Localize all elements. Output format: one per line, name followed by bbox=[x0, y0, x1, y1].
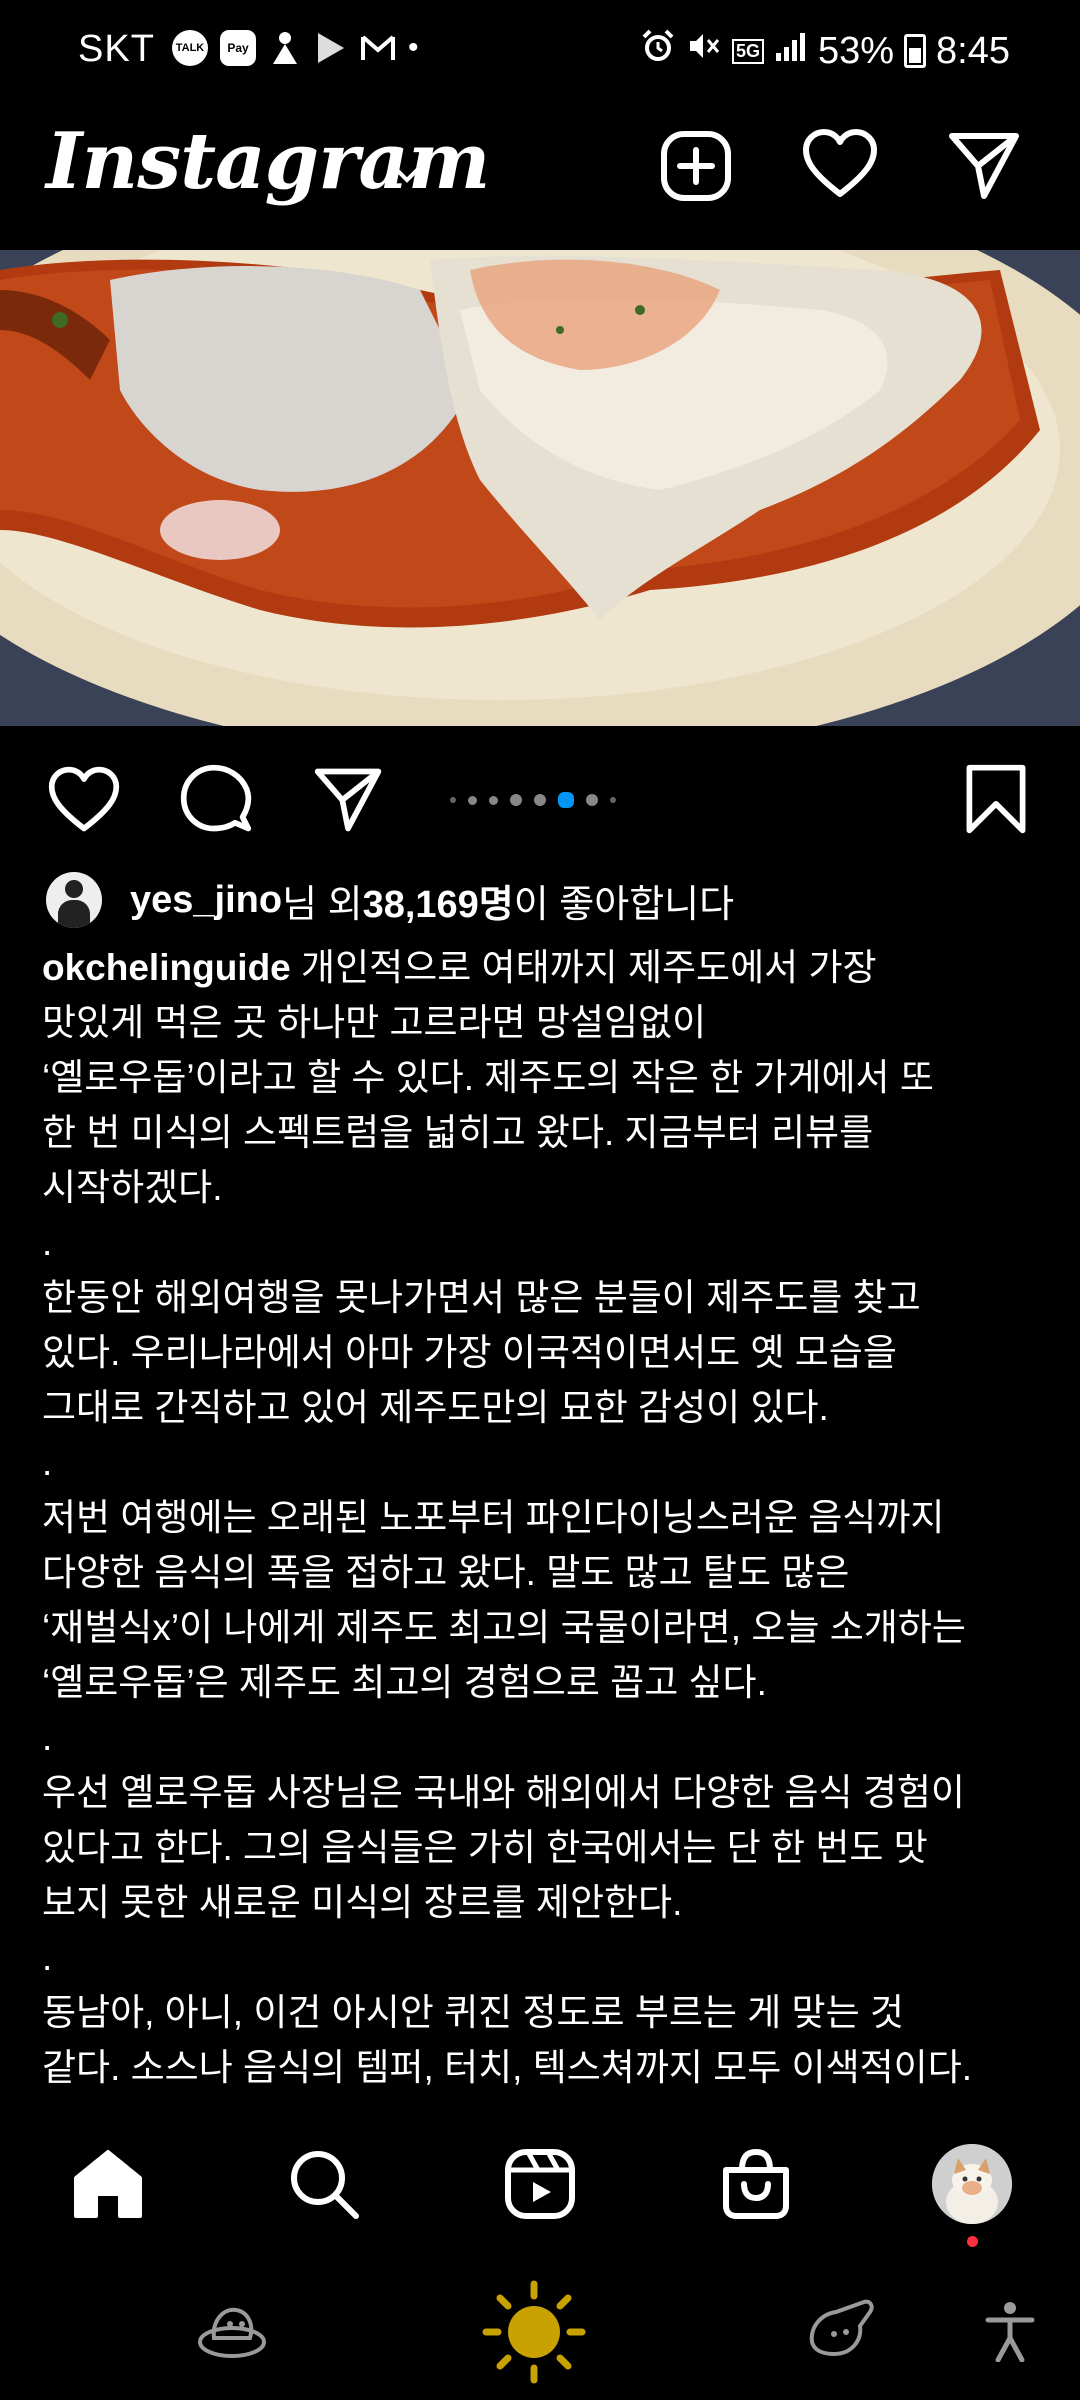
liker-avatar bbox=[46, 872, 102, 928]
carousel-dot bbox=[610, 797, 616, 803]
profile-avatar[interactable] bbox=[932, 2144, 1012, 2224]
notification-icons: TALK Pay • bbox=[172, 30, 419, 66]
carousel-dot bbox=[489, 795, 498, 805]
battery-percentage: 53% bbox=[817, 29, 895, 72]
carousel-dot bbox=[534, 794, 546, 806]
alarm-icon bbox=[640, 28, 676, 74]
bottom-navigation bbox=[0, 2110, 1080, 2260]
chevron-down-icon[interactable] bbox=[392, 160, 422, 190]
battery-icon bbox=[904, 34, 927, 68]
carousel-dot-active bbox=[558, 792, 574, 808]
direct-message-icon[interactable] bbox=[944, 126, 1024, 206]
sun-icon[interactable] bbox=[482, 2280, 586, 2384]
carrier-label: SKT bbox=[78, 28, 155, 70]
dumpling-photo bbox=[0, 250, 1080, 726]
share-icon[interactable] bbox=[310, 762, 386, 838]
home-icon[interactable] bbox=[68, 2144, 148, 2224]
status-bar: SKT TALK Pay • 5G 53% 8:45 bbox=[0, 0, 1080, 104]
caption-text: 개인적으로 여태까지 제주도에서 가장 맛있게 먹은 곳 하나만 고르라면 망설… bbox=[42, 947, 973, 2088]
post-caption: okchelinguide 개인적으로 여태까지 제주도에서 가장 맛있게 먹은… bbox=[42, 940, 1052, 2095]
network-5g-icon: 5G bbox=[731, 38, 764, 64]
status-right: 5G 53% 8:45 bbox=[640, 28, 1010, 74]
bookmark-icon[interactable] bbox=[958, 762, 1034, 838]
clock: 8:45 bbox=[936, 29, 1010, 72]
gmail-icon bbox=[360, 33, 396, 63]
search-icon[interactable] bbox=[284, 2144, 364, 2224]
mute-icon bbox=[686, 28, 722, 74]
post-image[interactable] bbox=[0, 250, 1080, 726]
likes-summary[interactable]: yes_jino 님 외 38,169명 이 좋아합니다 bbox=[46, 868, 734, 932]
carousel-dot bbox=[586, 794, 598, 806]
instagram-logo[interactable]: Instagram bbox=[46, 116, 490, 207]
post-actions bbox=[0, 726, 1080, 866]
notification-dot bbox=[967, 2236, 978, 2247]
game-launcher-icon[interactable] bbox=[196, 2298, 268, 2362]
like-icon[interactable] bbox=[46, 762, 122, 838]
pay-icon: Pay bbox=[220, 30, 256, 66]
caption-username[interactable]: okchelinguide bbox=[42, 947, 291, 988]
kakaotalk-icon: TALK bbox=[172, 30, 208, 66]
accessibility-icon[interactable] bbox=[984, 2300, 1036, 2362]
likes-text-mid: 님 외 bbox=[282, 883, 363, 926]
signal-icon bbox=[774, 30, 808, 73]
reels-icon[interactable] bbox=[500, 2144, 580, 2224]
heart-icon[interactable] bbox=[800, 126, 880, 206]
carousel-indicator bbox=[450, 792, 616, 808]
app-notification-icon bbox=[268, 30, 302, 66]
shop-icon[interactable] bbox=[716, 2144, 796, 2224]
likes-text-end: 이 좋아합니다 bbox=[513, 883, 735, 926]
likes-count[interactable]: 38,169명 bbox=[363, 873, 514, 928]
new-post-icon[interactable] bbox=[656, 126, 736, 206]
more-notifications-dot: • bbox=[408, 31, 419, 64]
system-navigation bbox=[0, 2260, 1080, 2400]
comment-icon[interactable] bbox=[178, 762, 254, 838]
carousel-dot bbox=[450, 797, 456, 803]
app-header: Instagram bbox=[0, 104, 1080, 250]
game-booster-icon[interactable] bbox=[804, 2296, 880, 2362]
carousel-dot bbox=[510, 794, 522, 806]
play-store-icon bbox=[314, 30, 348, 66]
carousel-dot bbox=[468, 795, 477, 805]
liker-username[interactable]: yes_jino bbox=[130, 879, 282, 922]
